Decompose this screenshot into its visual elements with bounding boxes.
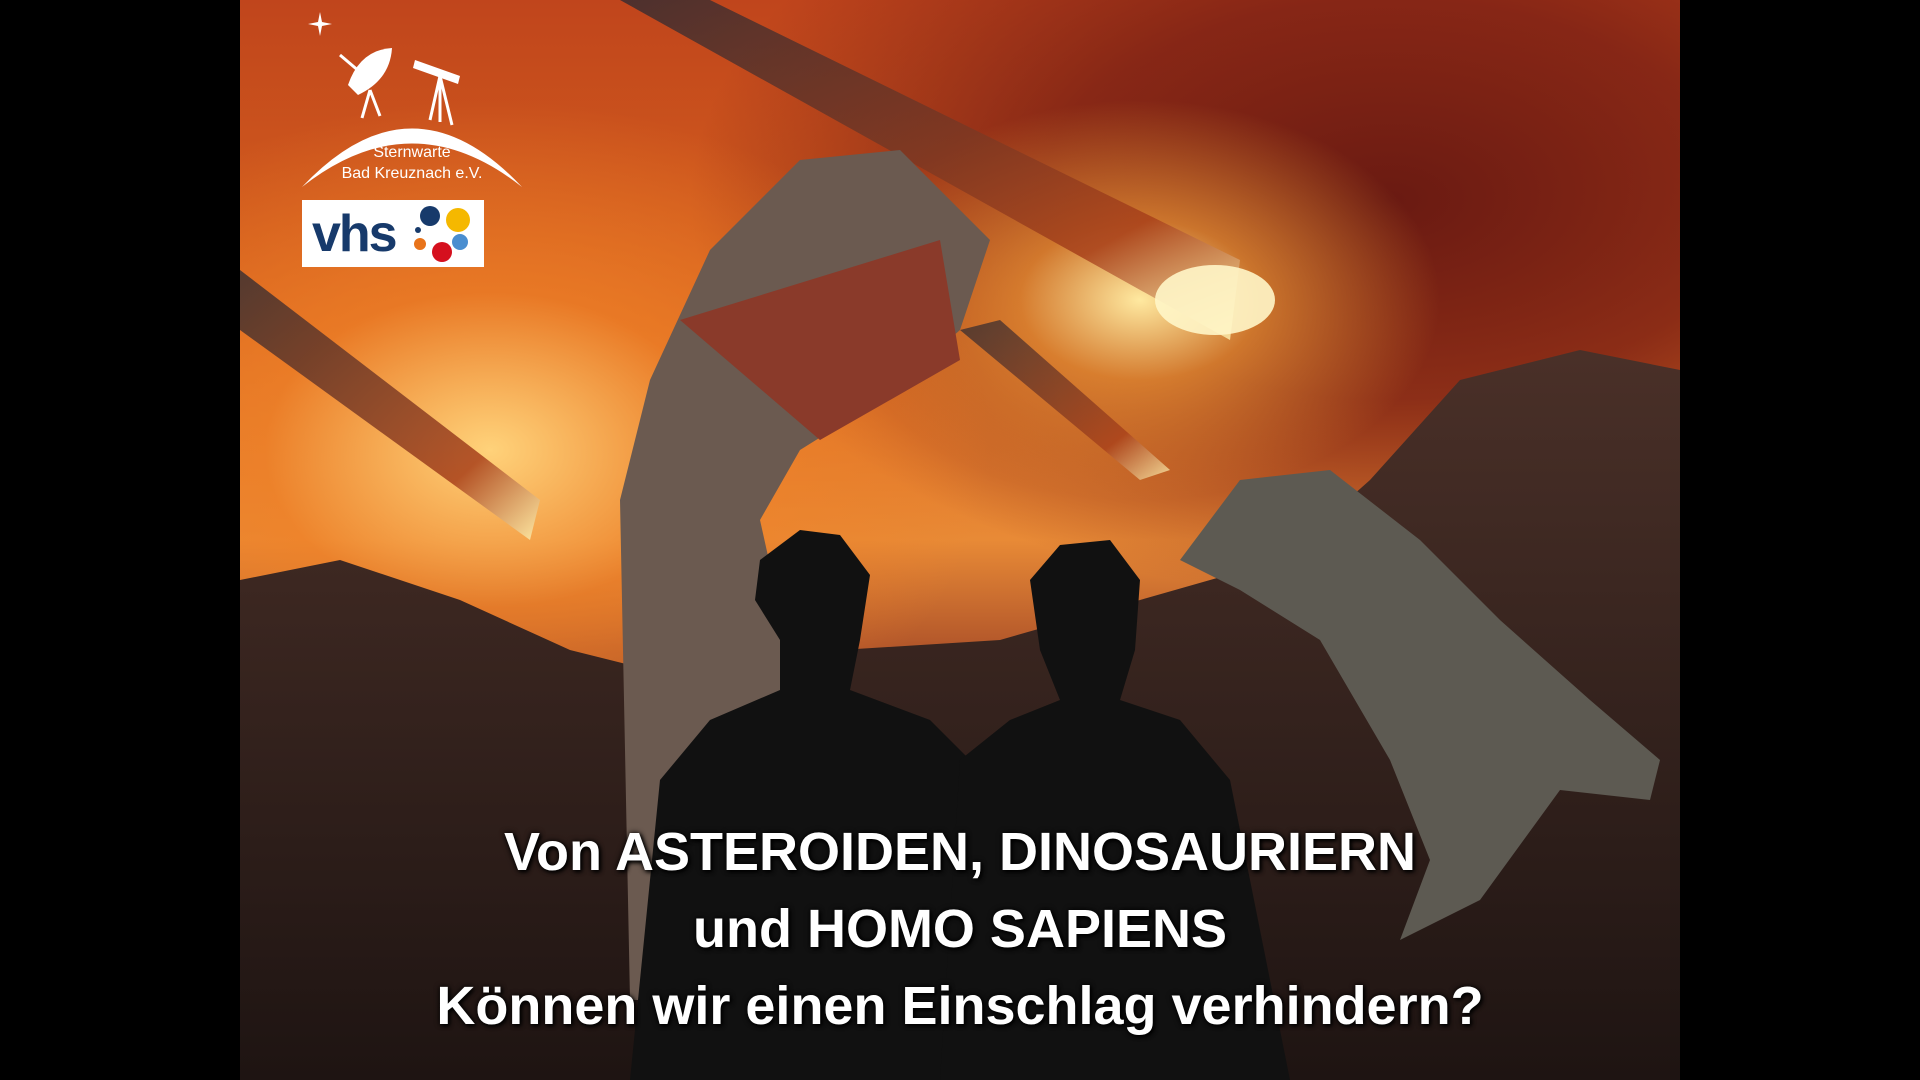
vhs-logo-text: vhs <box>312 205 398 263</box>
logo-line-1: Sternwarte <box>373 144 451 161</box>
title-line-3: Können wir einen Einschlag verhindern? <box>436 976 1484 1036</box>
title-line-2: und HOMO SAPIENS <box>692 899 1227 959</box>
vhs-logo: vhs <box>302 200 484 267</box>
vhs-dots-icon <box>414 206 470 262</box>
title-slide: Sternwarte Bad Kreuznach e.V. vhs Von AS… <box>240 0 1680 1080</box>
title-line-1: Von ASTEROIDEN, DINOSAURIERN <box>503 822 1417 882</box>
logo-line-2: Bad Kreuznach e.V. <box>341 165 483 182</box>
slide-title: Von ASTEROIDEN, DINOSAURIERN und HOMO SA… <box>240 814 1680 1045</box>
